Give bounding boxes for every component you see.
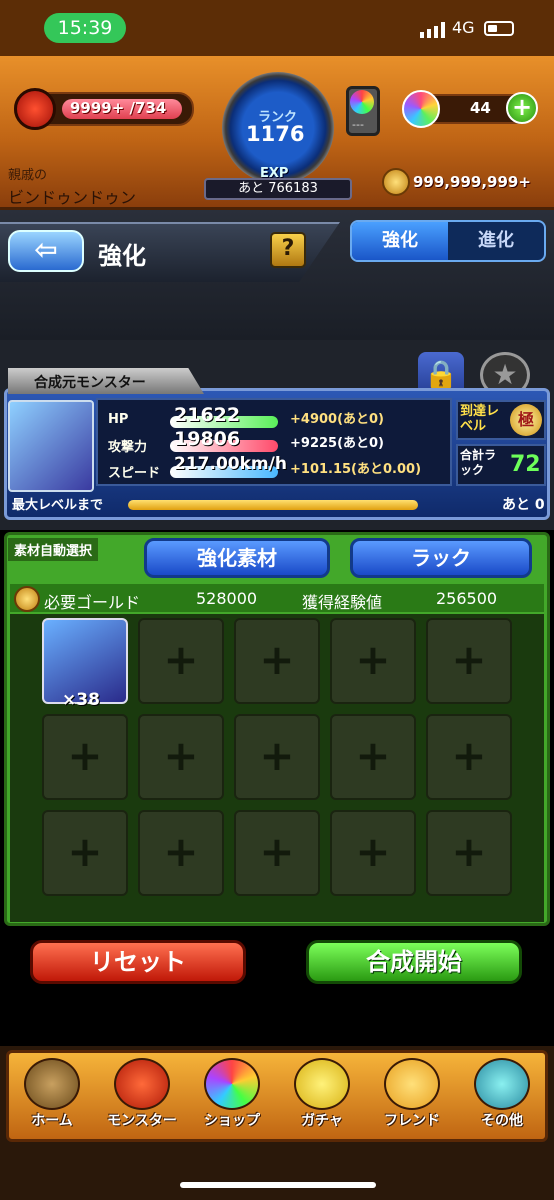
material-slot-empty[interactable]: + xyxy=(426,618,512,704)
start-fusion-button[interactable]: 合成開始 xyxy=(306,940,522,984)
material-slot-empty[interactable]: + xyxy=(234,714,320,800)
monster-icon xyxy=(114,1058,170,1110)
max-level-label: 最大レベルまで xyxy=(12,498,104,513)
nav-home[interactable]: ホーム xyxy=(8,1054,96,1140)
auto-select-label: 素材自動選択 xyxy=(8,538,99,561)
player-name: ビンドゥンドゥン xyxy=(8,188,137,207)
tab-enhance[interactable]: 強化 xyxy=(352,222,448,260)
gold-coin-icon xyxy=(382,168,410,196)
other-icon xyxy=(474,1058,530,1110)
hp-value: 21622 xyxy=(174,404,241,426)
speed-label: スピード xyxy=(108,466,161,481)
gold-coin-icon xyxy=(14,586,40,612)
material-slot-empty[interactable]: + xyxy=(426,714,512,800)
attack-label: 攻撃力 xyxy=(108,440,148,455)
rank-value: 1176 xyxy=(246,122,305,146)
enhance-material-button[interactable]: 強化素材 xyxy=(144,538,330,578)
signal-icon xyxy=(420,22,445,38)
material-slot-empty[interactable]: + xyxy=(138,618,224,704)
nav-label: モンスター xyxy=(107,1113,177,1129)
required-gold-value: 528000 xyxy=(196,589,258,608)
nav-label: ホーム xyxy=(31,1113,73,1129)
buy-orb-button[interactable]: + xyxy=(506,92,538,124)
base-monster-thumbnail[interactable] xyxy=(8,400,94,492)
clock: 15:39 xyxy=(44,13,126,43)
material-slot-empty[interactable]: + xyxy=(138,810,224,896)
shop-icon xyxy=(204,1058,260,1110)
speed-value: 217.00km/h xyxy=(174,454,287,474)
home-indicator xyxy=(180,1182,376,1188)
hp-bonus: +4900(あと0) xyxy=(290,412,385,427)
material-slot-empty[interactable]: + xyxy=(42,714,128,800)
hp-label: HP xyxy=(108,412,129,427)
nav-label: ショップ xyxy=(204,1113,260,1129)
material-slot-empty[interactable]: + xyxy=(330,810,416,896)
orb-icon xyxy=(402,90,440,128)
luck-material-button[interactable]: ラック xyxy=(350,538,532,578)
nav-other[interactable]: その他 xyxy=(458,1054,546,1140)
gem-icon xyxy=(350,90,374,114)
material-slot-empty[interactable]: + xyxy=(330,714,416,800)
reset-button[interactable]: リセット xyxy=(30,940,246,984)
luck-value: 72 xyxy=(510,452,541,477)
exp-remaining: あと 766183 xyxy=(204,178,352,200)
nav-monster[interactable]: モンスター xyxy=(98,1054,186,1140)
nav-gacha[interactable]: ガチャ xyxy=(278,1054,366,1140)
nav-label: フレンド xyxy=(384,1113,440,1129)
back-button[interactable]: ⇦ xyxy=(8,230,84,272)
nav-label: その他 xyxy=(481,1113,523,1129)
nav-shop[interactable]: ショップ xyxy=(188,1054,276,1140)
nav-label: ガチャ xyxy=(301,1113,343,1129)
star-icon: ★ xyxy=(492,358,518,391)
gained-exp-value: 256500 xyxy=(436,589,498,608)
page-title: 強化 xyxy=(98,242,146,270)
max-level-bar xyxy=(128,500,418,510)
nav-friend[interactable]: フレンド xyxy=(368,1054,456,1140)
mode-tabs: 強化 進化 xyxy=(350,220,546,262)
player-title: 親戚の xyxy=(8,168,48,183)
kyoku-badge: 極 xyxy=(510,404,542,436)
orb-count: 44 xyxy=(470,99,491,117)
tab-evolve[interactable]: 進化 xyxy=(448,222,544,260)
help-button[interactable]: ? xyxy=(270,232,306,268)
friend-icon xyxy=(384,1058,440,1110)
base-monster-label: 合成元モンスター xyxy=(8,368,204,394)
material-slot-empty[interactable]: + xyxy=(42,810,128,896)
material-slot-empty[interactable]: + xyxy=(426,810,512,896)
material-slot-empty[interactable]: + xyxy=(234,618,320,704)
speed-bonus: +101.15(あと0.00) xyxy=(290,462,422,477)
material-slot-empty[interactable]: + xyxy=(138,714,224,800)
luck-label: 合計ラック xyxy=(460,448,497,477)
reach-level-label: 到達レベル xyxy=(460,404,500,434)
network-type: 4G xyxy=(452,18,475,37)
battery-icon xyxy=(484,21,514,36)
material-slot-empty[interactable]: + xyxy=(234,810,320,896)
max-level-remaining: あと 0 xyxy=(502,497,545,513)
required-gold-label: 必要ゴールド xyxy=(44,593,141,612)
material-count: ×38 xyxy=(62,690,100,710)
material-slot-empty[interactable]: + xyxy=(330,618,416,704)
stamina-icon xyxy=(14,88,56,130)
gained-exp-label: 獲得経験値 xyxy=(302,593,383,612)
gold-amount: 999,999,999+ xyxy=(413,173,531,191)
attack-bonus: +9225(あと0) xyxy=(290,436,385,451)
home-icon xyxy=(24,1058,80,1110)
gem-box-label: --- xyxy=(352,118,364,131)
gacha-icon xyxy=(294,1058,350,1110)
attack-value: 19806 xyxy=(174,428,241,450)
stamina-text: 9999+ /734 xyxy=(70,99,167,117)
lock-icon: 🔒 xyxy=(423,358,459,391)
